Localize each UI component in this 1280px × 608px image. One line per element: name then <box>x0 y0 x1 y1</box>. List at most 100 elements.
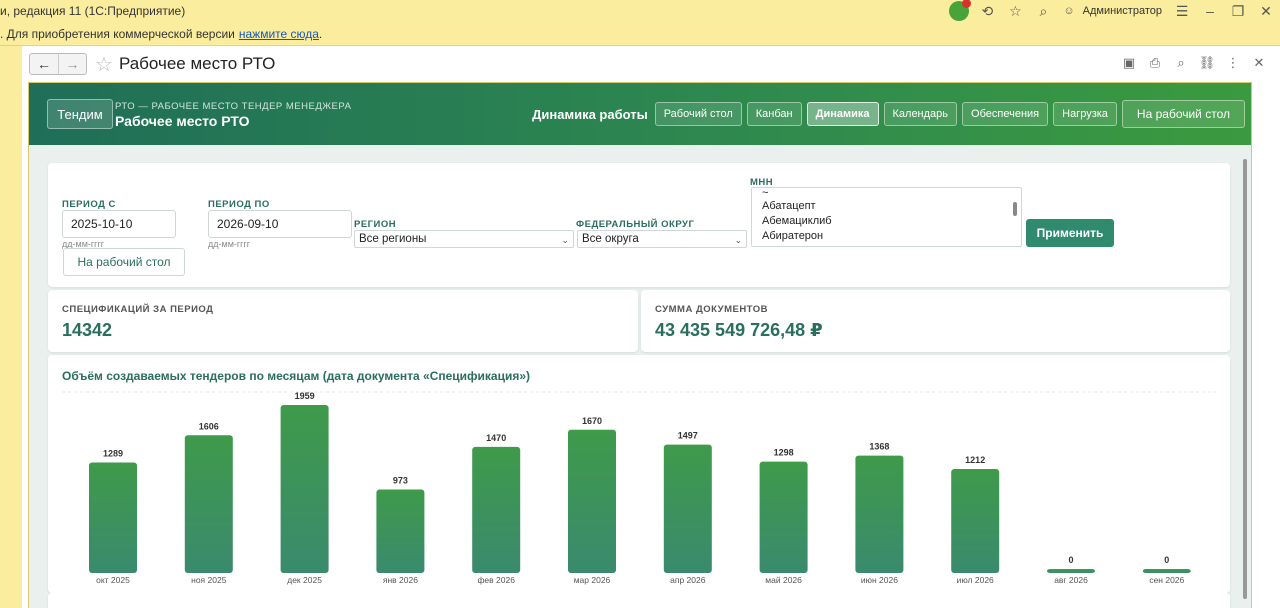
period-to-label: ПЕРИОД ПО <box>208 199 270 210</box>
apply-button[interactable]: Применить <box>1026 219 1114 247</box>
window-title-bar: и, редакция 11 (1С:Предприятие) ⟲ ☆ ⌕ ☺ … <box>0 0 1280 22</box>
mnn-option[interactable]: Абемациклиб <box>752 214 1021 229</box>
user-icon: ☺ <box>1063 5 1075 17</box>
chart-bar[interactable] <box>89 462 137 573</box>
chevron-down-icon: ⌄ <box>734 235 742 245</box>
user-name: Администратор <box>1082 5 1162 17</box>
mnn-option[interactable]: Абиратерон <box>752 229 1021 244</box>
region-select[interactable]: Все регионы ⌄ <box>354 230 574 248</box>
notice-suffix: . <box>318 26 323 41</box>
search-icon[interactable]: ⌕ <box>1029 0 1057 22</box>
bar-value-label: 1289 <box>103 448 123 458</box>
mnn-option[interactable]: ~ <box>752 188 1021 199</box>
x-tick-label: дек 2025 <box>287 575 322 585</box>
mnn-scrollbar[interactable] <box>1013 202 1017 216</box>
notifications-icon[interactable] <box>945 0 973 22</box>
specs-count-card: СПЕЦИФИКАЦИЙ ЗА ПЕРИОД 14342 <box>48 290 638 352</box>
restore-icon[interactable]: ❐ <box>1224 0 1252 22</box>
chart-bar[interactable] <box>663 444 712 573</box>
mnn-listbox[interactable]: ~ Абатацепт Абемациклиб Абиратерон <box>751 187 1022 247</box>
documents-sum-label: СУММА ДОКУМЕНТОВ <box>655 304 769 315</box>
x-tick-label: май 2026 <box>765 575 802 585</box>
go-desktop-button[interactable]: На рабочий стол <box>1121 100 1245 128</box>
back-arrow-icon[interactable]: ← <box>30 54 58 74</box>
chart-bar[interactable] <box>855 455 904 573</box>
bar-value-label: 1470 <box>486 433 506 443</box>
monthly-tenders-chart: Объём создаваемых тендеров по месяцам (д… <box>48 355 1230 593</box>
chart-bar[interactable] <box>280 405 329 573</box>
minimize-icon[interactable]: – <box>1196 0 1224 22</box>
link-icon[interactable]: ⛓ <box>1198 54 1216 72</box>
chart-bar[interactable] <box>1142 569 1191 573</box>
brand-button[interactable]: Тендим <box>47 99 113 129</box>
bar-value-label: 0 <box>1068 555 1073 565</box>
header-subtitle: РТО — РАБОЧЕЕ МЕСТО ТЕНДЕР МЕНЕДЖЕРА <box>115 101 352 112</box>
period-from-label: ПЕРИОД С <box>62 199 116 210</box>
period-to-input[interactable]: 2026-09-10 <box>208 210 352 238</box>
mnn-option[interactable]: Абатацепт <box>752 199 1021 214</box>
print-icon[interactable]: ⎙ <box>1146 54 1164 72</box>
form-toolbar: ▣ ⎙ ⌕ ⛓ ⋮ ✕ <box>1120 54 1268 72</box>
user-menu[interactable]: ☺ Администратор <box>1057 5 1168 17</box>
tab-guarantees[interactable]: Обеспечения <box>962 102 1049 126</box>
page-scrollbar[interactable] <box>1243 159 1247 599</box>
chart-bar[interactable] <box>568 429 616 573</box>
bar-value-label: 1212 <box>965 455 985 465</box>
forward-arrow-icon[interactable]: → <box>58 54 86 74</box>
x-tick-label: мар 2026 <box>574 575 611 585</box>
bar-value-label: 1298 <box>774 448 794 458</box>
documents-sum-card: СУММА ДОКУМЕНТОВ 43 435 549 726,48 ₽ <box>641 290 1230 352</box>
district-label: ФЕДЕРАЛЬНЫЙ ОКРУГ <box>576 219 695 230</box>
x-tick-label: янв 2026 <box>383 575 418 585</box>
chart-bar[interactable] <box>1047 569 1095 573</box>
chart-bar[interactable] <box>759 461 808 573</box>
period-to-hint: дд-мм-гггг <box>208 239 251 249</box>
close-form-icon[interactable]: ✕ <box>1250 54 1268 72</box>
period-from-input[interactable]: 2025-10-10 <box>62 210 176 238</box>
specs-count-value: 14342 <box>62 320 113 340</box>
region-select-value: Все регионы <box>359 233 427 245</box>
chart-bar[interactable] <box>472 446 521 573</box>
close-window-icon[interactable]: ✕ <box>1252 0 1280 22</box>
more-icon[interactable]: ⋮ <box>1224 54 1242 72</box>
district-select[interactable]: Все округа ⌄ <box>577 230 747 248</box>
tab-dynamics[interactable]: Динамика <box>806 102 879 126</box>
main-menu-icon[interactable]: ☰ <box>1168 0 1196 22</box>
notice-link[interactable]: нажмите сюда <box>239 27 319 41</box>
dashboard-content: Тендим РТО — РАБОЧЕЕ МЕСТО ТЕНДЕР МЕНЕДЖ… <box>28 82 1252 608</box>
x-tick-label: ноя 2025 <box>191 575 227 585</box>
tab-workload[interactable]: Нагрузка <box>1053 102 1117 126</box>
bar-chart: 1289 окт 2025 1606 ноя 2025 1959 дек 2025 973 я… <box>62 391 1216 585</box>
specs-count-label: СПЕЦИФИКАЦИЙ ЗА ПЕРИОД <box>62 304 214 315</box>
form-title: Рабочее место РТО <box>118 54 276 73</box>
tab-kanban[interactable]: Канбан <box>746 102 802 126</box>
tab-desktop[interactable]: Рабочий стол <box>654 102 742 126</box>
history-icon[interactable]: ⟲ <box>973 0 1001 22</box>
chevron-down-icon: ⌄ <box>561 235 569 245</box>
bar-value-label: 1959 <box>295 391 315 401</box>
favorite-star-icon[interactable]: ☆ <box>95 52 113 77</box>
next-section-card <box>48 593 1230 608</box>
x-tick-label: окт 2025 <box>96 575 130 585</box>
bar-value-label: 1368 <box>869 442 889 452</box>
bar-value-label: 0 <box>1164 555 1169 565</box>
favorites-icon[interactable]: ☆ <box>1001 0 1029 22</box>
filters-desktop-button[interactable]: На рабочий стол <box>63 248 185 276</box>
preview-icon[interactable]: ⌕ <box>1172 54 1190 72</box>
bar-value-label: 1497 <box>678 431 698 441</box>
save-icon[interactable]: ▣ <box>1120 54 1138 72</box>
x-tick-label: июн 2026 <box>861 575 898 585</box>
notice-text: . Для приобретения коммерческой версии <box>0 26 235 41</box>
chart-bar[interactable] <box>184 435 233 573</box>
form-header: ← → ☆ Рабочее место РТО ▣ ⎙ ⌕ ⛓ ⋮ ✕ <box>22 46 1280 82</box>
bar-value-label: 1670 <box>582 416 602 426</box>
dashboard-header: Тендим РТО — РАБОЧЕЕ МЕСТО ТЕНДЕР МЕНЕДЖ… <box>29 83 1251 145</box>
bar-value-label: 1606 <box>199 421 219 431</box>
left-panel-strip <box>0 46 22 608</box>
chart-bar[interactable] <box>951 469 1000 573</box>
chart-bar[interactable] <box>376 489 425 573</box>
x-tick-label: авг 2026 <box>1054 575 1088 585</box>
tab-calendar[interactable]: Календарь <box>883 102 958 126</box>
nav-buttons: ← → <box>29 53 87 75</box>
window-title: и, редакция 11 (1С:Предприятие) <box>0 4 186 18</box>
